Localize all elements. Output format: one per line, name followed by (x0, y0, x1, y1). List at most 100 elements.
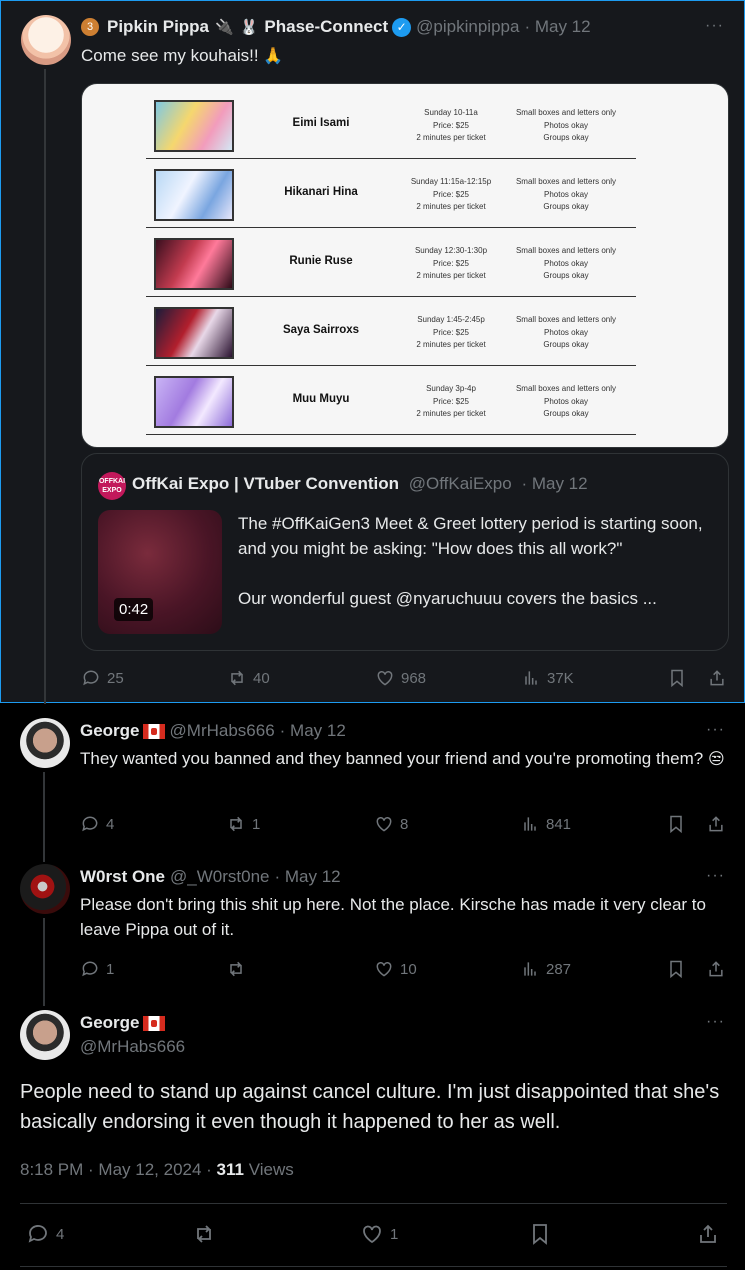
like-count: 8 (400, 815, 409, 833)
share-button[interactable] (706, 959, 726, 979)
views-icon (524, 817, 536, 831)
tweet-actions: 25 40 968 37K (81, 668, 731, 690)
reply-icon (83, 670, 99, 686)
tweet-date[interactable]: · May 12 (280, 721, 346, 741)
author-name[interactable]: W0rst One (80, 867, 165, 887)
views-count: 287 (546, 960, 572, 978)
bookmark-button[interactable] (667, 668, 687, 688)
thread-line (44, 69, 46, 704)
author-handle[interactable]: @pipkinpippa (416, 17, 519, 37)
tweet-text: Come see my kouhais!! 🙏 (81, 43, 726, 69)
repost-button[interactable] (192, 1222, 222, 1246)
share-icon (709, 816, 723, 832)
tweet-header: 3 Pipkin Pippa 🔌 🐰 Phase-Connect ✓ @pipk… (81, 16, 591, 38)
pray-emoji: 🙏 (263, 48, 284, 65)
talent-rules: Small boxes and letters only Photos okay G… (515, 384, 617, 418)
avatar[interactable] (20, 718, 70, 768)
rabbit-icon: 🐰 (239, 19, 259, 36)
main-tweet[interactable]: 3 Pipkin Pippa 🔌 🐰 Phase-Connect ✓ @pipk… (0, 0, 745, 704)
talent-name: Runie Ruse (289, 255, 353, 267)
schedule-row: Runie Ruse Sunday 12:30-1:30p Price: $25 2… (146, 231, 636, 297)
tweet-actions: 4 1 8 841 (80, 814, 730, 836)
reply-button[interactable]: 4 (26, 1222, 64, 1246)
bookmark-icon (671, 669, 683, 688)
repost-button[interactable] (226, 959, 252, 979)
talent-time: Sunday 1:45-2:45p Price: $25 2 minutes per… (416, 315, 486, 349)
reply-text: They wanted you banned and they banned y… (80, 746, 725, 772)
more-icon[interactable]: ··· (705, 17, 724, 35)
reply-button[interactable]: 25 (81, 668, 124, 688)
talent-thumbnail (154, 100, 234, 152)
views-button[interactable]: 841 (520, 814, 571, 834)
thread-line (43, 772, 45, 862)
bookmark-button[interactable] (666, 814, 686, 834)
like-button[interactable]: 10 (374, 959, 417, 979)
avatar[interactable] (20, 1010, 70, 1060)
author-handle[interactable]: @_W0rst0ne (170, 867, 269, 887)
views-button[interactable]: 287 (520, 959, 571, 979)
schedule-row: Eimi Isami Sunday 10-11a Price: $25 2 minu… (146, 93, 636, 159)
tweet-date[interactable]: · May 12 (275, 867, 341, 887)
heart-icon (377, 670, 393, 686)
more-icon[interactable]: ··· (706, 1013, 725, 1031)
verified-icon: ✓ (392, 17, 412, 37)
reply-header: W0rst One @_W0rst0ne · May 12 (80, 866, 341, 888)
repost-icon (230, 961, 242, 977)
like-button[interactable]: 8 (374, 814, 408, 834)
more-icon[interactable]: ··· (706, 721, 725, 739)
author-suffix: Phase-Connect (264, 17, 389, 36)
tweet-meta: 8:18 PM · May 12, 2024 · 311 Views (20, 1160, 294, 1180)
plug-icon: 🔌 (215, 19, 234, 36)
tweet-date[interactable]: · May 12 (524, 17, 590, 37)
views-button[interactable]: 37K (521, 668, 574, 688)
share-button[interactable] (707, 668, 727, 688)
focused-handle-row: @MrHabs666 (80, 1036, 185, 1058)
repost-button[interactable]: 1 (226, 814, 260, 834)
share-button[interactable] (696, 1222, 720, 1246)
bookmark-button[interactable] (528, 1222, 552, 1246)
tweet-timestamp[interactable]: 8:18 PM · May 12, 2024 · (20, 1160, 217, 1179)
like-button[interactable]: 968 (375, 668, 426, 688)
focused-actions: 4 1 (20, 1222, 725, 1248)
heart-icon (363, 1225, 381, 1244)
more-icon[interactable]: ··· (706, 867, 725, 885)
repost-icon (197, 1225, 211, 1243)
author-name[interactable]: George (80, 1013, 140, 1033)
author-name[interactable]: George (80, 721, 140, 741)
views-icon (525, 671, 537, 685)
reply-button[interactable]: 1 (80, 959, 114, 979)
repost-button[interactable]: 40 (227, 668, 270, 688)
bookmark-icon (670, 815, 682, 834)
talent-time: Sunday 12:30-1:30p Price: $25 2 minutes pe… (414, 246, 488, 280)
like-button[interactable]: 1 (360, 1222, 398, 1246)
talent-time: Sunday 3p-4p Price: $25 2 minutes per tick… (416, 384, 486, 418)
author-name[interactable]: Pipkin Pippa (107, 17, 209, 37)
avatar[interactable] (20, 864, 70, 914)
canada-flag-icon (142, 723, 165, 739)
divider (20, 1203, 727, 1204)
quote-author-name: OffKai Expo | VTuber Convention (132, 474, 400, 493)
tweet-actions: 1 10 287 (80, 959, 730, 981)
heart-icon (376, 961, 392, 977)
views-count: 311 (216, 1160, 244, 1179)
quote-date: · May 12 (521, 474, 588, 493)
video-thumbnail[interactable]: 0:42 (98, 510, 222, 634)
quoted-tweet[interactable]: OFFKAI EXPO OffKai Expo | VTuber Convent… (81, 453, 729, 651)
video-duration: 0:42 (114, 598, 154, 621)
talent-rules: Small boxes and letters only Photos okay G… (515, 315, 617, 349)
schedule-row: Hikanari Hina Sunday 11:15a-12:15p Price:… (146, 162, 636, 228)
talent-rules: Small boxes and letters only Photos okay G… (515, 246, 617, 280)
reply-icon (28, 1225, 47, 1243)
share-button[interactable] (706, 814, 726, 834)
bookmark-button[interactable] (666, 959, 686, 979)
tweet-image[interactable]: Eimi Isami Sunday 10-11a Price: $25 2 minu… (81, 83, 729, 448)
author-handle[interactable]: @MrHabs666 (170, 721, 275, 741)
reply-button[interactable]: 4 (80, 814, 114, 834)
author-handle[interactable]: @MrHabs666 (80, 1037, 185, 1057)
reply-icon (82, 816, 98, 832)
talent-time: Sunday 11:15a-12:15p Price: $25 2 minutes … (410, 177, 492, 211)
quote-header: OffKai Expo | VTuber Convention @OffKaiE… (132, 474, 588, 494)
quote-text: The #OffKaiGen3 Meet & Greet lottery per… (238, 514, 703, 608)
avatar[interactable] (21, 15, 71, 65)
talent-thumbnail (154, 238, 234, 290)
